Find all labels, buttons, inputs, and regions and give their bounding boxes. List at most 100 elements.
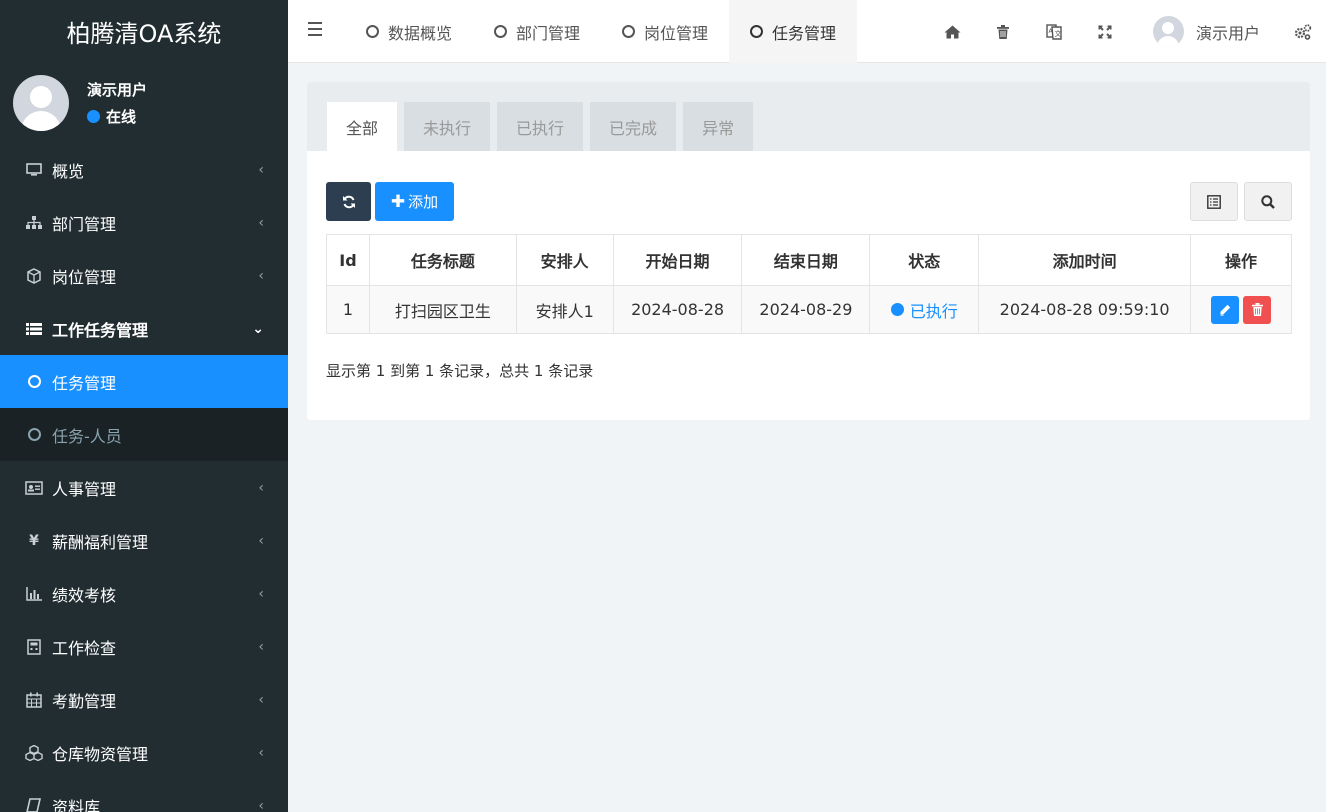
home-icon[interactable] bbox=[927, 0, 978, 63]
chevron-left-icon: ‹ bbox=[258, 639, 264, 655]
column-header-assignee[interactable]: 安排人 bbox=[515, 234, 614, 286]
tab-all[interactable]: 全部 bbox=[327, 102, 398, 151]
sidebar-item-performance[interactable]: 绩效考核 ‹ bbox=[0, 567, 288, 620]
chevron-left-icon: ‹ bbox=[258, 215, 264, 231]
user-menu[interactable]: 演示用户 bbox=[1131, 0, 1280, 63]
translate-icon[interactable]: 文A bbox=[1029, 0, 1080, 63]
sidebar-item-hr[interactable]: 人事管理 ‹ bbox=[0, 461, 288, 514]
column-header-id[interactable]: Id bbox=[326, 234, 370, 286]
search-button[interactable] bbox=[1244, 182, 1292, 221]
chevron-left-icon: ‹ bbox=[258, 533, 264, 549]
sidebar-item-attendance[interactable]: 考勤管理 ‹ bbox=[0, 673, 288, 726]
tab-not-executed[interactable]: 未执行 bbox=[404, 102, 491, 151]
chevron-left-icon: ‹ bbox=[258, 480, 264, 496]
cell-assignee: 安排人1 bbox=[515, 285, 614, 334]
sidebar-item-department[interactable]: 部门管理 ‹ bbox=[0, 196, 288, 249]
status-tabs: 全部 未执行 已执行 已完成 异常 bbox=[327, 102, 760, 151]
sidebar-item-task-manage[interactable]: 任务管理 bbox=[0, 355, 288, 408]
sidebar-item-warehouse[interactable]: 仓库物资管理 ‹ bbox=[0, 726, 288, 779]
sidebar-item-work-task[interactable]: 工作任务管理 ⌄ bbox=[0, 302, 288, 355]
plus-icon: ✚ bbox=[390, 191, 406, 212]
topbar-actions: 文A 演示用户 bbox=[927, 0, 1326, 63]
circle-icon bbox=[366, 25, 379, 38]
chevron-left-icon: ‹ bbox=[258, 586, 264, 602]
chevron-left-icon: ‹ bbox=[258, 162, 264, 178]
monitor-icon bbox=[25, 162, 43, 177]
tab-department[interactable]: 部门管理 bbox=[473, 0, 601, 63]
fullscreen-icon[interactable] bbox=[1080, 0, 1131, 63]
columns-toggle-button[interactable] bbox=[1190, 182, 1238, 221]
circle-icon bbox=[750, 25, 764, 38]
delete-button[interactable] bbox=[1243, 295, 1271, 324]
table-header-row: Id 任务标题 安排人 开始日期 结束日期 状态 添加时间 操作 bbox=[326, 234, 1292, 286]
cell-actions bbox=[1190, 285, 1292, 334]
sidebar: 柏腾清OA系统 演示用户 在线 概览 ‹ 部门管理 ‹ 岗位管理 ‹ 工作任务管理 ⌄ … bbox=[0, 0, 288, 812]
column-header-status[interactable]: 状态 bbox=[869, 234, 980, 286]
avatar bbox=[13, 75, 69, 131]
cube-icon bbox=[25, 267, 43, 284]
topbar: 数据概览 部门管理 岗位管理 任务管理 文A 演示用户 bbox=[288, 0, 1326, 63]
calculator-icon bbox=[25, 638, 43, 655]
tab-abnormal[interactable]: 异常 bbox=[683, 102, 754, 151]
user-status: 在线 bbox=[87, 106, 147, 127]
trash-icon bbox=[1251, 303, 1263, 316]
settings-gears-icon[interactable] bbox=[1280, 0, 1326, 63]
sitemap-icon bbox=[25, 215, 43, 230]
sidebar-item-salary[interactable]: ¥ 薪酬福利管理 ‹ bbox=[0, 514, 288, 567]
cell-title: 打扫园区卫生 bbox=[368, 285, 517, 334]
calendar-icon bbox=[25, 692, 43, 708]
chevron-left-icon: ‹ bbox=[258, 745, 264, 761]
online-dot-icon bbox=[87, 110, 100, 123]
table-row: 1 打扫园区卫生 安排人1 2024-08-28 2024-08-29 已执行 … bbox=[326, 285, 1292, 334]
task-table: Id 任务标题 安排人 开始日期 结束日期 状态 添加时间 操作 1 打扫园区卫… bbox=[326, 234, 1292, 334]
sidebar-item-library[interactable]: 资料库 ‹ bbox=[0, 779, 288, 812]
tab-completed[interactable]: 已完成 bbox=[590, 102, 677, 151]
chevron-left-icon: ‹ bbox=[258, 798, 264, 812]
sidebar-item-position[interactable]: 岗位管理 ‹ bbox=[0, 249, 288, 302]
circle-icon bbox=[25, 428, 43, 441]
chevron-left-icon: ‹ bbox=[258, 268, 264, 284]
refresh-button[interactable] bbox=[326, 182, 371, 221]
page-tabs: 数据概览 部门管理 岗位管理 任务管理 bbox=[345, 0, 858, 63]
bar-chart-icon bbox=[25, 586, 43, 601]
table-toolbar-right bbox=[1184, 182, 1292, 221]
tab-executed[interactable]: 已执行 bbox=[497, 102, 584, 151]
column-header-start-date[interactable]: 开始日期 bbox=[612, 234, 743, 286]
sidebar-item-overview[interactable]: 概览 ‹ bbox=[0, 143, 288, 196]
chevron-left-icon: ‹ bbox=[258, 692, 264, 708]
yen-icon: ¥ bbox=[29, 532, 39, 549]
avatar bbox=[1152, 16, 1184, 47]
cell-status: 已执行 bbox=[869, 285, 980, 334]
refresh-icon bbox=[342, 195, 355, 208]
status-badge: 已执行 bbox=[890, 298, 958, 322]
tab-data-overview[interactable]: 数据概览 bbox=[345, 0, 473, 63]
panel-header: 全部 未执行 已执行 已完成 异常 bbox=[307, 82, 1310, 151]
cell-end-date: 2024-08-29 bbox=[741, 285, 871, 334]
add-button[interactable]: ✚ 添加 bbox=[375, 182, 454, 221]
tab-position[interactable]: 岗位管理 bbox=[601, 0, 729, 63]
pagination-summary: 显示第 1 到第 1 条记录，总共 1 条记录 bbox=[326, 362, 594, 380]
edit-button[interactable] bbox=[1211, 295, 1239, 324]
column-header-end-date[interactable]: 结束日期 bbox=[741, 234, 871, 286]
list-alt-icon bbox=[1207, 194, 1221, 209]
sidebar-item-task-people[interactable]: 任务-人员 bbox=[0, 408, 288, 461]
column-header-title[interactable]: 任务标题 bbox=[368, 234, 517, 286]
circle-icon bbox=[622, 25, 636, 38]
trash-icon[interactable] bbox=[978, 0, 1029, 63]
tab-task-manage[interactable]: 任务管理 bbox=[729, 0, 858, 63]
app-title: 柏腾清OA系统 bbox=[66, 20, 222, 48]
cubes-icon bbox=[25, 744, 43, 761]
pencil-icon bbox=[1220, 304, 1231, 316]
cell-id: 1 bbox=[326, 285, 370, 334]
book-icon bbox=[25, 797, 43, 812]
menu-toggle-icon[interactable] bbox=[308, 22, 322, 36]
circle-icon bbox=[494, 25, 508, 38]
sidebar-menu: 概览 ‹ 部门管理 ‹ 岗位管理 ‹ 工作任务管理 ⌄ 任务管理 任务-人员 人事管理 ‹… bbox=[0, 143, 288, 812]
table-toolbar: ✚ 添加 bbox=[326, 182, 454, 221]
sidebar-item-inspection[interactable]: 工作检查 ‹ bbox=[0, 620, 288, 673]
list-icon bbox=[25, 322, 43, 336]
task-panel: 全部 未执行 已执行 已完成 异常 ✚添加 Id 任务标题 安排人 开始日期 bbox=[307, 82, 1310, 420]
svg-text:文: 文 bbox=[1055, 29, 1062, 38]
top-user-name: 演示用户 bbox=[1195, 23, 1260, 43]
column-header-created[interactable]: 添加时间 bbox=[978, 234, 1192, 286]
